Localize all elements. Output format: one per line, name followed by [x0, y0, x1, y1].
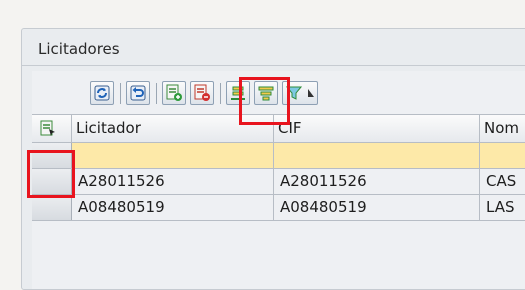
refresh-icon: [94, 85, 110, 101]
select-all-header[interactable]: [32, 115, 72, 142]
align-bottom-icon: [231, 86, 245, 100]
panel-content: Licitador CIF Nom A28011526 A28011526 CA…: [32, 71, 525, 289]
licitador-cell[interactable]: A08480519: [72, 195, 274, 220]
filter-icon: [286, 86, 302, 100]
table-header: Licitador CIF Nom: [32, 115, 525, 143]
nom-cell[interactable]: CAS: [480, 169, 525, 194]
toolbar-separator: [156, 83, 157, 104]
toolbar-separator: [220, 83, 221, 104]
panel-divider: [22, 65, 525, 66]
panel-title: Licitadores: [38, 40, 120, 58]
cif-cell[interactable]: [274, 143, 480, 168]
column-header-nom[interactable]: Nom: [480, 115, 525, 142]
nom-cell[interactable]: [480, 143, 525, 168]
row-selector[interactable]: [32, 143, 72, 168]
chevron-down-icon: [308, 89, 314, 97]
cif-cell[interactable]: A28011526: [274, 169, 480, 194]
column-header-licitador[interactable]: Licitador: [72, 115, 274, 142]
undo-button[interactable]: [126, 81, 150, 105]
row-selector[interactable]: [32, 195, 72, 220]
align-filter-icon: [258, 86, 274, 101]
align-filter-button[interactable]: [254, 81, 278, 105]
refresh-button[interactable]: [90, 81, 114, 105]
licitador-cell[interactable]: A28011526: [72, 169, 274, 194]
add-row-button[interactable]: [162, 81, 186, 105]
remove-row-button[interactable]: [190, 81, 214, 105]
table-row[interactable]: [32, 143, 525, 169]
cif-cell[interactable]: A08480519: [274, 195, 480, 220]
undo-icon: [130, 85, 146, 101]
licitadores-panel: Licitadores Licitador CIF Nom A28011526 …: [21, 28, 525, 290]
toolbar-separator: [120, 83, 121, 104]
remove-row-icon: [194, 84, 210, 101]
add-row-icon: [166, 84, 182, 101]
licitadores-table: Licitador CIF Nom A28011526 A28011526 CA…: [32, 114, 525, 221]
table-row[interactable]: A28011526 A28011526 CAS: [32, 169, 525, 195]
row-selector[interactable]: [32, 169, 72, 194]
table-row[interactable]: A08480519 A08480519 LAS: [32, 195, 525, 221]
align-bottom-button[interactable]: [226, 81, 250, 105]
column-header-cif[interactable]: CIF: [274, 115, 480, 142]
licitador-cell[interactable]: [72, 143, 274, 168]
nom-cell[interactable]: LAS: [480, 195, 525, 220]
filter-button[interactable]: [282, 81, 318, 105]
table-options-icon: [40, 120, 55, 136]
